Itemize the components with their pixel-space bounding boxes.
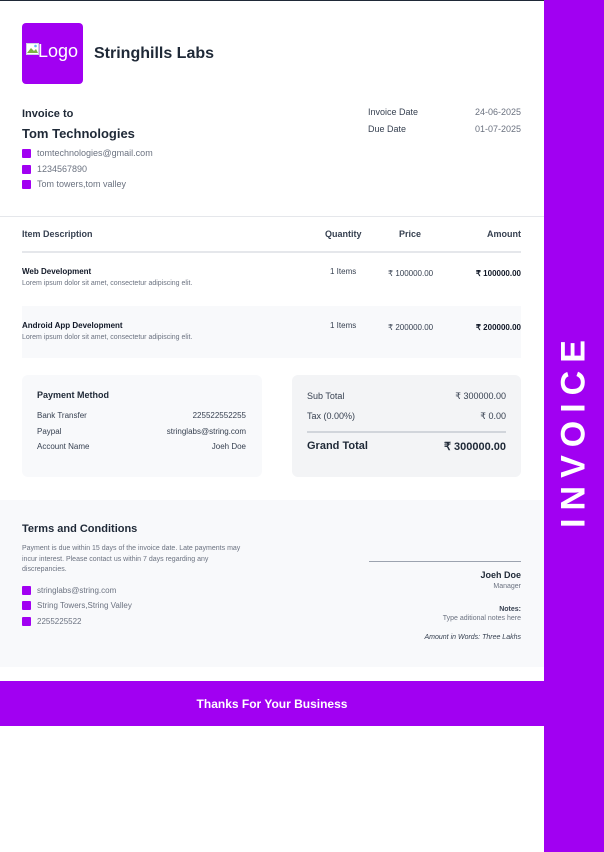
notes-label: Notes:	[499, 606, 521, 613]
due-date-row: Due Date 01-07-2025	[368, 124, 521, 134]
payment-label: Paypal	[37, 427, 62, 436]
section-divider	[0, 216, 544, 217]
payment-label: Account Name	[37, 442, 90, 451]
due-date: 01-07-2025	[474, 124, 521, 134]
payment-value: 225522552255	[192, 411, 246, 420]
item-title: Android App Development	[22, 321, 123, 330]
due-date-label: Due Date	[368, 124, 407, 134]
amount-in-words: Amount in Words: Three Lakhs	[424, 634, 522, 641]
client-address: Tom towers,tom valley	[37, 179, 127, 189]
invoice-sidebar: INVOICE	[544, 0, 604, 852]
subtotal-label: Sub Total	[307, 391, 345, 401]
tax-value: ₹ 0.00	[480, 411, 506, 421]
item-description: Lorem ipsum dolor sit amet, consectetur …	[22, 334, 193, 341]
logo-alt-text: Logo	[38, 41, 79, 61]
sidebar-title: INVOICE	[554, 332, 593, 528]
grand-total-row: Grand Total ₹ 300000.00	[307, 440, 506, 453]
item-amount: ₹ 100000.00	[475, 269, 521, 278]
tax-row: Tax (0.00%) ₹ 0.00	[307, 411, 506, 422]
item-title: Web Development	[22, 267, 92, 276]
bullet-icon	[22, 164, 31, 174]
subtotal-value: ₹ 300000.00	[455, 391, 506, 401]
bullet-icon	[22, 586, 31, 595]
header-price: Price	[399, 229, 422, 239]
client-phone: 1234567890	[37, 164, 88, 174]
thanks-banner: Thanks For Your Business	[0, 681, 544, 726]
header-quantity: Quantity	[325, 229, 362, 239]
client-name: Tom Technologies	[22, 126, 135, 141]
invoice-date-label: Invoice Date	[368, 107, 419, 117]
company-phone: 2255225522	[37, 617, 82, 626]
notes-text: Type aditional notes here	[442, 615, 521, 622]
item-quantity: 1 Items	[330, 321, 357, 330]
company-name: Stringhills Labs	[94, 45, 215, 62]
signer-role: Manager	[493, 583, 521, 590]
header-amount: Amount	[487, 229, 521, 239]
client-address-row: Tom towers,tom valley	[22, 179, 126, 189]
terms-title: Terms and Conditions	[22, 523, 138, 535]
bullet-icon	[22, 148, 31, 158]
payment-row: Bank Transfer 225522552255	[37, 411, 246, 420]
company-email: stringlabs@string.com	[37, 586, 117, 595]
invoice-date-row: Invoice Date 24-06-2025	[368, 107, 521, 117]
item-price: ₹ 200000.00	[388, 323, 434, 332]
client-email: tomtechnologies@gmail.com	[37, 148, 153, 158]
client-phone-row: 1234567890	[22, 164, 87, 174]
payment-row: Paypal stringlabs@string.com	[37, 427, 246, 436]
terms-text: Payment is due within 15 days of the inv…	[22, 545, 241, 573]
signature-line	[369, 561, 521, 562]
item-quantity: 1 Items	[330, 267, 357, 276]
company-phone-row: 2255225522	[22, 617, 82, 626]
thanks-text: Thanks For Your Business	[196, 696, 348, 711]
tax-label: Tax (0.00%)	[307, 411, 356, 421]
signer-name: Joeh Doe	[480, 570, 521, 580]
subtotal-row: Sub Total ₹ 300000.00	[307, 391, 506, 402]
item-amount: ₹ 200000.00	[475, 323, 521, 332]
invoice-to-heading: Invoice to	[22, 108, 74, 120]
item-description: Lorem ipsum dolor sit amet, consectetur …	[22, 280, 193, 287]
company-address-row: String Towers,String Valley	[22, 601, 132, 610]
payment-row: Account Name Joeh Doe	[37, 442, 246, 451]
top-border	[0, 0, 544, 1]
header-description: Item Description	[22, 229, 93, 239]
payment-value: Joeh Doe	[211, 442, 246, 451]
invoice-date: 24-06-2025	[474, 107, 521, 117]
client-email-row: tomtechnologies@gmail.com	[22, 148, 153, 158]
company-address: String Towers,String Valley	[37, 601, 132, 610]
grand-total-label: Grand Total	[307, 440, 368, 452]
table-row	[22, 253, 521, 305]
table-row	[22, 306, 521, 358]
bullet-icon	[22, 601, 31, 610]
company-email-row: stringlabs@string.com	[22, 586, 116, 595]
payment-value: stringlabs@string.com	[166, 427, 246, 436]
logo: Logo	[22, 23, 83, 84]
item-price: ₹ 100000.00	[388, 269, 434, 278]
totals-divider	[307, 431, 506, 433]
payment-label: Bank Transfer	[37, 411, 87, 420]
grand-total-value: ₹ 300000.00	[443, 441, 506, 453]
bullet-icon	[22, 179, 31, 189]
payment-method-title: Payment Method	[37, 390, 110, 400]
bullet-icon	[22, 617, 31, 626]
